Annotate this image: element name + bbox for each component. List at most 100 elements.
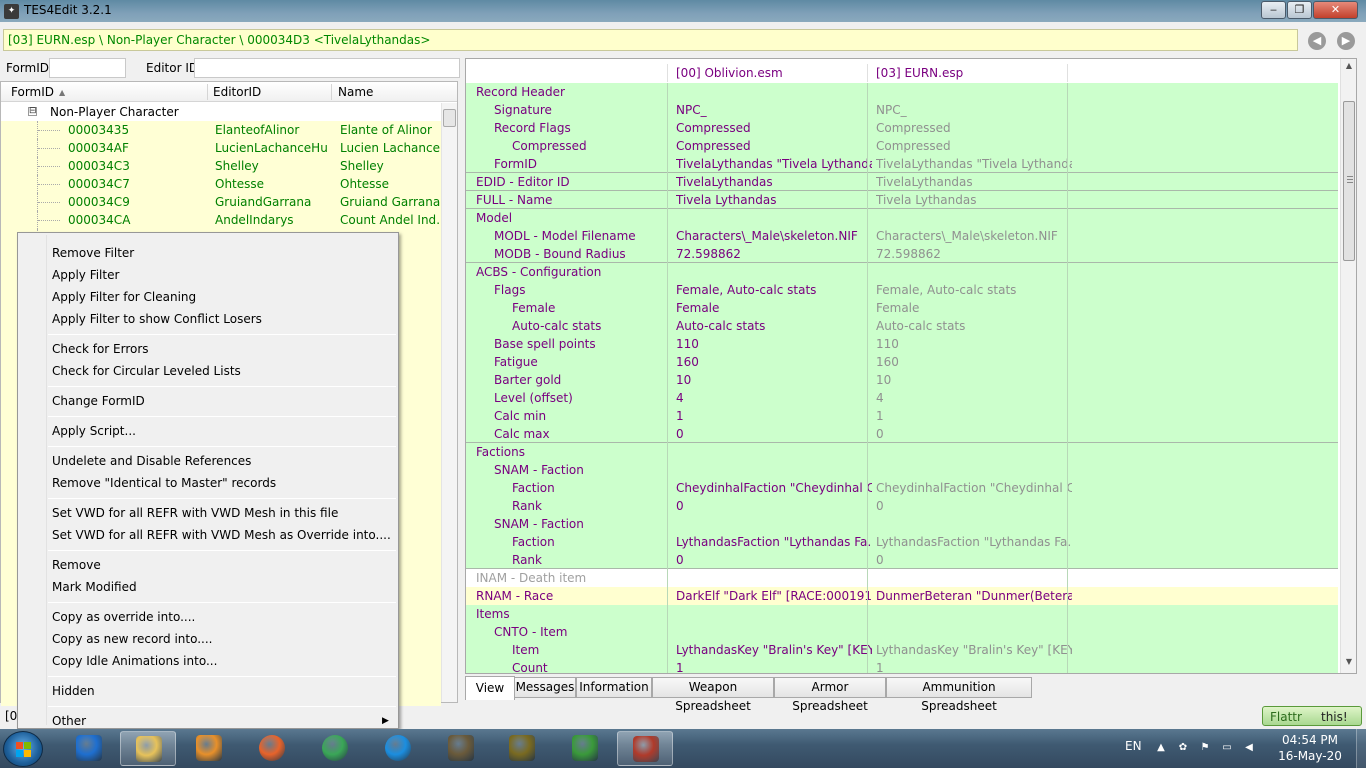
value-oblivion-esm[interactable]: Auto-calc stats (676, 319, 872, 333)
record-row[interactable]: Rank 0 0 (466, 551, 1338, 569)
value-eurn-esp[interactable]: DunmerBeteran "Dunmer(Beteran… (876, 589, 1072, 603)
value-eurn-esp[interactable]: Female, Auto-calc stats (876, 283, 1072, 297)
record-row[interactable]: Faction LythandasFaction "Lythandas Fa… Ly… (466, 533, 1338, 551)
value-eurn-esp[interactable]: 0 (876, 553, 1072, 567)
value-oblivion-esm[interactable]: Compressed (676, 139, 872, 153)
record-row[interactable]: Item LythandasKey "Bralin's Key" [KEY… Lyt… (466, 641, 1338, 659)
action-center-icon[interactable]: ⚑ (1198, 741, 1212, 755)
taskbar-app-button[interactable] (120, 731, 176, 766)
record-row[interactable]: Factions (466, 443, 1338, 461)
record-row[interactable]: Base spell points 110 110 (466, 335, 1338, 353)
record-scrollbar[interactable]: ▲ ▼ (1340, 59, 1356, 673)
tab-weapon-spreadsheet[interactable]: Weapon Spreadsheet (652, 677, 774, 713)
network-icon[interactable]: ✿ (1176, 741, 1190, 755)
tree-row[interactable]: 000034C3 Shelley Shelley (1, 157, 441, 175)
value-eurn-esp[interactable]: LythandasKey "Bralin's Key" [KEY… (876, 643, 1072, 657)
menu-item-hidden[interactable]: Hidden (52, 684, 95, 698)
record-row[interactable]: Barter gold 10 10 (466, 371, 1338, 389)
volume-icon[interactable]: ◀ (1242, 741, 1256, 755)
record-row[interactable]: ACBS - Configuration (466, 263, 1338, 281)
record-row[interactable]: Items (466, 605, 1338, 623)
value-oblivion-esm[interactable]: TivelaLythandas (676, 175, 872, 189)
record-row[interactable]: Calc min 1 1 (466, 407, 1338, 425)
column-editorid[interactable]: EditorID (213, 85, 261, 99)
menu-item-other[interactable]: Other (52, 714, 86, 728)
record-row[interactable]: EDID - Editor ID TivelaLythandas TivelaLyt… (466, 173, 1338, 191)
menu-item-change-formid[interactable]: Change FormID (52, 394, 145, 408)
value-eurn-esp[interactable]: 10 (876, 373, 1072, 387)
menu-item-copy-idle-animations-into[interactable]: Copy Idle Animations into... (52, 654, 217, 668)
value-eurn-esp[interactable]: Compressed (876, 121, 1072, 135)
record-row[interactable]: Flags Female, Auto-calc stats Female, Auto… (466, 281, 1338, 299)
menu-item-set-vwd-for-all-refr-with-vwd-mesh-as-override-into[interactable]: Set VWD for all REFR with VWD Mesh as Ov… (52, 528, 391, 542)
value-oblivion-esm[interactable]: NPC_ (676, 103, 872, 117)
tab-view[interactable]: View (465, 676, 515, 700)
record-row[interactable]: Fatigue 160 160 (466, 353, 1338, 371)
taskbar-app-button[interactable] (61, 731, 117, 766)
scroll-down-icon[interactable]: ▼ (1341, 657, 1357, 671)
taskbar-app-button[interactable] (307, 731, 363, 766)
record-row[interactable]: Compressed Compressed Compressed (466, 137, 1338, 155)
value-oblivion-esm[interactable]: Female, Auto-calc stats (676, 283, 872, 297)
taskbar-app-button[interactable] (370, 731, 426, 766)
record-row[interactable]: RNAM - Race DarkElf "Dark Elf" [RACE:0001… (466, 587, 1338, 605)
back-arrow-icon[interactable]: ◀ (1308, 32, 1326, 50)
record-row[interactable]: Faction CheydinhalFaction "Cheydinhal C… C… (466, 479, 1338, 497)
menu-item-check-for-circular-leveled-lists[interactable]: Check for Circular Leveled Lists (52, 364, 241, 378)
start-button[interactable] (3, 731, 43, 767)
record-row[interactable]: MODL - Model Filename Characters\_Male\sk… (466, 227, 1338, 245)
scroll-thumb[interactable] (443, 109, 456, 127)
clock[interactable]: 04:54 PM 16-May-20 (1275, 733, 1345, 763)
value-oblivion-esm[interactable]: LythandasKey "Bralin's Key" [KEY… (676, 643, 872, 657)
record-row[interactable]: Count 1 1 (466, 659, 1338, 673)
value-oblivion-esm[interactable]: 160 (676, 355, 872, 369)
value-oblivion-esm[interactable]: CheydinhalFaction "Cheydinhal C… (676, 481, 872, 495)
tab-armor-spreadsheet[interactable]: Armor Spreadsheet (774, 677, 886, 713)
value-oblivion-esm[interactable]: 4 (676, 391, 872, 405)
column-formid[interactable]: FormID (11, 85, 54, 99)
value-oblivion-esm[interactable]: Compressed (676, 121, 872, 135)
record-row[interactable]: FormID TivelaLythandas "Tivela Lythanda… T… (466, 155, 1338, 173)
value-oblivion-esm[interactable]: 10 (676, 373, 872, 387)
forward-arrow-icon[interactable]: ▶ (1337, 32, 1355, 50)
menu-item-remove[interactable]: Remove (52, 558, 101, 572)
collapse-icon[interactable]: ⊟ (28, 107, 37, 116)
value-eurn-esp[interactable]: 110 (876, 337, 1072, 351)
column-eurn-esp[interactable]: [03] EURN.esp (876, 66, 963, 80)
tree-scrollbar[interactable] (441, 103, 457, 702)
record-row[interactable]: Record Flags Compressed Compressed (466, 119, 1338, 137)
tree-row[interactable]: 000034CA AndelIndarys Count Andel Ind… (1, 211, 441, 229)
record-row[interactable]: FULL - Name Tivela Lythandas Tivela Lythan… (466, 191, 1338, 209)
tree-row[interactable]: 000034C9 GruiandGarrana Gruiand Garrana (1, 193, 441, 211)
power-icon[interactable]: ▭ (1220, 741, 1234, 755)
close-button[interactable]: ✕ (1313, 1, 1358, 19)
value-oblivion-esm[interactable]: 72.598862 (676, 247, 872, 261)
value-eurn-esp[interactable]: 72.598862 (876, 247, 1072, 261)
value-oblivion-esm[interactable]: 0 (676, 553, 872, 567)
scroll-up-icon[interactable]: ▲ (1341, 61, 1357, 75)
formid-filter-input[interactable] (49, 58, 126, 78)
value-oblivion-esm[interactable]: TivelaLythandas "Tivela Lythanda… (676, 157, 872, 171)
record-row[interactable]: Rank 0 0 (466, 497, 1338, 515)
record-row[interactable]: Female Female Female (466, 299, 1338, 317)
menu-item-apply-script[interactable]: Apply Script... (52, 424, 136, 438)
value-eurn-esp[interactable]: Auto-calc stats (876, 319, 1072, 333)
tab-information[interactable]: Information (576, 677, 652, 698)
record-row[interactable]: Signature NPC_ NPC_ (466, 101, 1338, 119)
taskbar-app-button[interactable] (433, 731, 489, 766)
menu-item-mark-modified[interactable]: Mark Modified (52, 580, 137, 594)
record-row[interactable]: Auto-calc stats Auto-calc stats Auto-calc … (466, 317, 1338, 335)
value-eurn-esp[interactable]: 4 (876, 391, 1072, 405)
value-eurn-esp[interactable]: 160 (876, 355, 1072, 369)
taskbar-app-button[interactable] (494, 731, 550, 766)
value-eurn-esp[interactable]: TivelaLythandas (876, 175, 1072, 189)
show-hidden-icons[interactable]: ▲ (1154, 741, 1168, 755)
record-row[interactable]: Level (offset) 4 4 (466, 389, 1338, 407)
show-desktop-button[interactable] (1356, 729, 1366, 768)
value-oblivion-esm[interactable]: DarkElf "Dark Elf" [RACE:000191C1] (676, 589, 872, 603)
value-oblivion-esm[interactable]: LythandasFaction "Lythandas Fa… (676, 535, 872, 549)
tab-ammunition-spreadsheet[interactable]: Ammunition Spreadsheet (886, 677, 1032, 713)
menu-item-remove-identical-to-master-records[interactable]: Remove "Identical to Master" records (52, 476, 276, 490)
record-row[interactable]: INAM - Death item (466, 569, 1338, 587)
value-eurn-esp[interactable]: NPC_ (876, 103, 1072, 117)
